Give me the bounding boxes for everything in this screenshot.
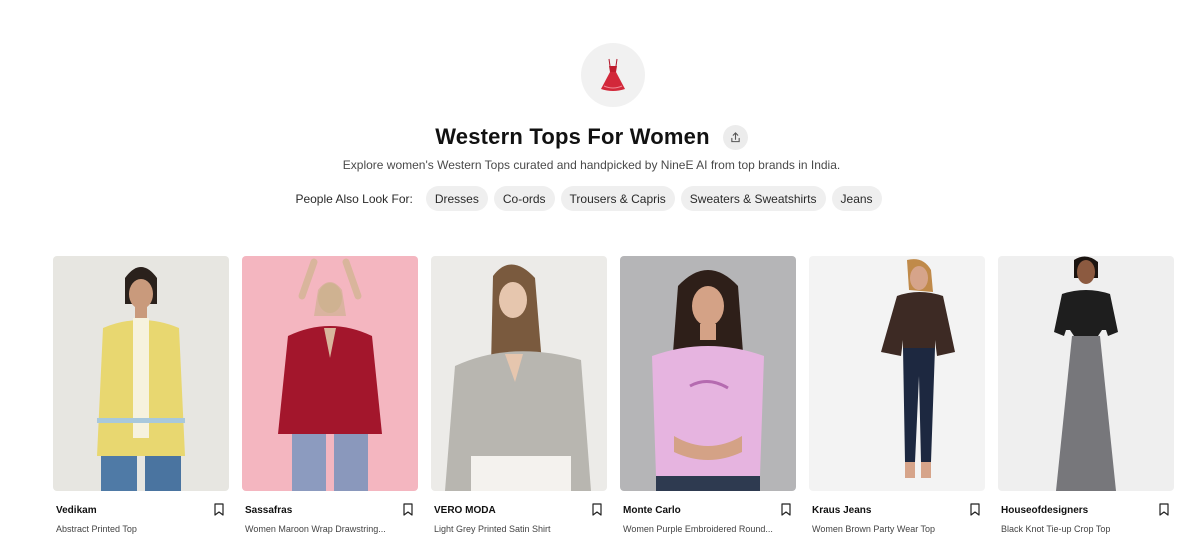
product-brand: Sassafras [245,504,293,516]
page-description: Explore women's Western Tops curated and… [342,158,841,172]
bookmark-icon[interactable] [781,503,793,517]
product-image[interactable] [809,256,985,491]
product-meta: Houseofdesigners [998,503,1174,517]
product-card[interactable]: Kraus Jeans Women Brown Party Wear Top [809,256,985,534]
product-meta: Vedikam [53,503,229,517]
chip-co-ords[interactable]: Co-ords [493,186,555,211]
product-image[interactable] [998,256,1174,491]
share-icon [731,131,740,142]
product-card[interactable]: Sassafras Women Maroon Wrap Drawstring..… [242,256,418,534]
chip-trousers-capris[interactable]: Trousers & Capris [560,186,675,211]
product-card[interactable]: Houseofdesigners Black Knot Tie-up Crop … [998,256,1174,534]
bookmark-icon[interactable] [403,503,415,517]
product-image[interactable] [620,256,796,491]
product-brand: Kraus Jeans [812,504,872,516]
product-name[interactable]: Women Brown Party Wear Top [809,524,985,534]
product-card[interactable]: VERO MODA Light Grey Printed Satin Shirt [431,256,607,534]
product-grid: Vedikam Abstract Printed Top Sassafras W… [53,256,1174,534]
product-name[interactable]: Black Knot Tie-up Crop Top [998,524,1174,534]
product-meta: Monte Carlo [620,503,796,517]
product-card[interactable]: Monte Carlo Women Purple Embroidered Rou… [620,256,796,534]
product-meta: Kraus Jeans [809,503,985,517]
product-image[interactable] [53,256,229,491]
red-dress-icon [601,58,625,91]
product-brand: Monte Carlo [623,504,681,516]
product-name[interactable]: Women Maroon Wrap Drawstring... [242,524,418,534]
bookmark-icon[interactable] [214,503,226,517]
chip-jeans[interactable]: Jeans [831,186,882,211]
product-card[interactable]: Vedikam Abstract Printed Top [53,256,229,534]
product-brand: VERO MODA [434,504,496,516]
product-brand: Houseofdesigners [1001,504,1089,516]
product-meta: Sassafras [242,503,418,517]
product-name[interactable]: Abstract Printed Top [53,524,229,534]
bookmark-icon[interactable] [1159,503,1171,517]
product-name[interactable]: Light Grey Printed Satin Shirt [431,524,607,534]
product-meta: VERO MODA [431,503,607,517]
title-row: Western Tops For Women [0,124,1183,150]
category-page: Western Tops For Women Explore women's W… [0,0,1183,535]
share-button[interactable] [722,124,748,150]
product-image[interactable] [431,256,607,491]
chip-sweaters-sweatshirts[interactable]: Sweaters & Sweatshirts [680,186,826,211]
bookmark-icon[interactable] [592,503,604,517]
category-hero [581,43,645,107]
related-label: People Also Look For: [295,191,413,206]
page-title: Western Tops For Women [435,124,710,149]
product-brand: Vedikam [56,504,97,516]
bookmark-icon[interactable] [970,503,982,517]
chip-dresses[interactable]: Dresses [425,186,488,211]
product-name[interactable]: Women Purple Embroidered Round... [620,524,796,534]
related-searches: People Also Look For: Dresses Co-ords Tr… [0,186,1183,211]
product-image[interactable] [242,256,418,491]
